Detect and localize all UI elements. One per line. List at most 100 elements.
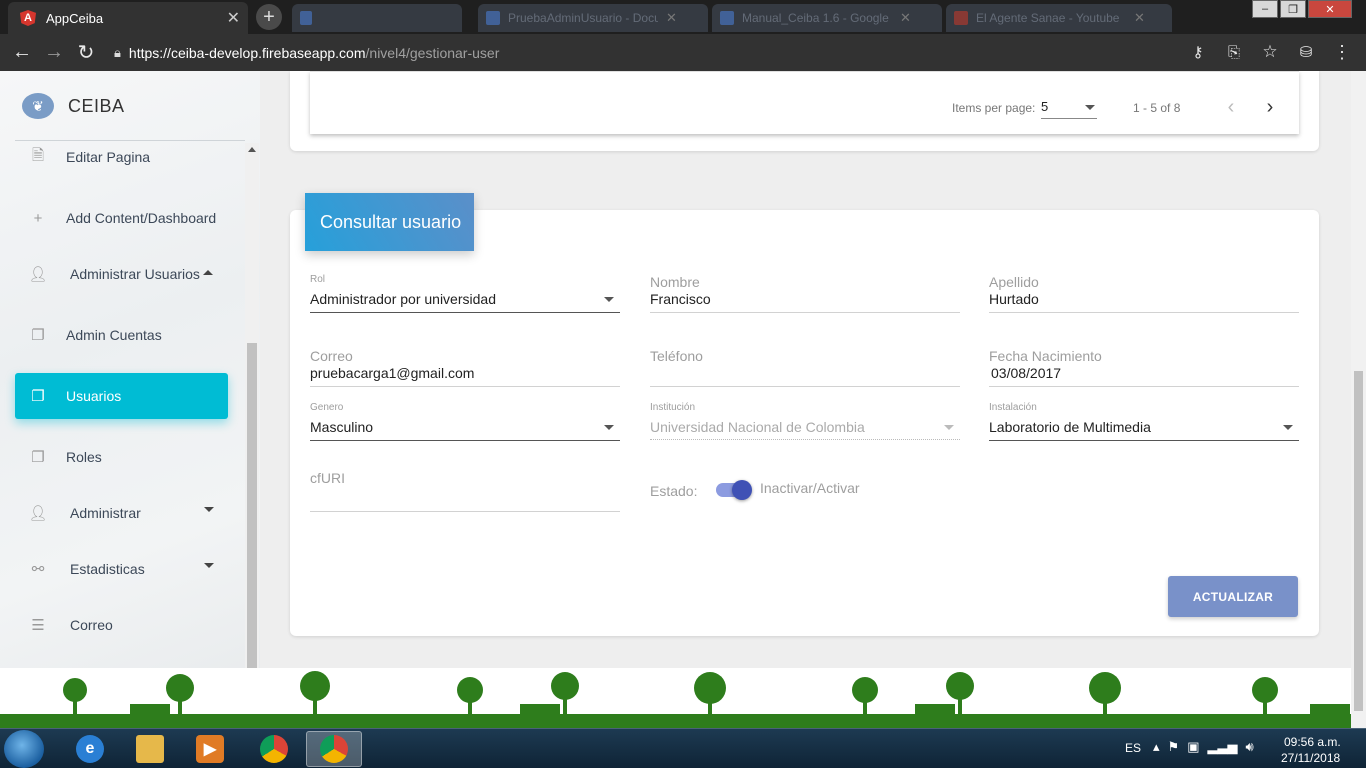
chevron-down-icon	[604, 425, 614, 430]
page-range: 1 - 5 of 8	[1133, 101, 1181, 115]
sidebar-item-correo[interactable]: ☰ Correo	[15, 602, 228, 648]
network-signal-icon[interactable]: ▂▃▅	[1207, 739, 1237, 755]
underline	[310, 511, 620, 512]
telefono-field[interactable]: Teléfono	[650, 348, 960, 388]
url-field[interactable]: https://ceiba-develop.firebaseapp.com/ni…	[129, 45, 499, 61]
user-check-icon: 👤︎	[28, 266, 48, 283]
sidebar-item-roles[interactable]: ❐ Roles	[15, 434, 228, 480]
underline	[310, 386, 620, 387]
users-table-card: Items per page: 5 1 - 5 of 8 ‹ ›	[290, 71, 1319, 151]
forward-arrow-icon[interactable]: →	[38, 37, 70, 69]
sidebar-item-administrar-usuarios[interactable]: 👤︎ Administrar Usuarios	[15, 251, 228, 297]
taskbar-media-player[interactable]: ▶	[182, 731, 238, 767]
close-icon[interactable]: ✕	[1134, 10, 1145, 26]
landscape-illustration	[0, 671, 1351, 728]
scrollbar-thumb[interactable]	[1354, 371, 1363, 711]
actualizar-button[interactable]: ACTUALIZAR	[1168, 576, 1298, 617]
new-tab-button[interactable]: +	[256, 4, 282, 30]
more-vertical-icon[interactable]: ⋮	[1326, 36, 1358, 68]
background-tab[interactable]	[292, 4, 462, 32]
page-scrollbar[interactable]	[1351, 71, 1366, 728]
correo-field[interactable]: Correo pruebacarga1@gmail.com	[310, 348, 620, 388]
language-indicator[interactable]: ES	[1125, 741, 1141, 755]
taskbar-file-explorer[interactable]	[122, 731, 178, 767]
underline	[989, 386, 1299, 387]
previous-page-button[interactable]: ‹	[1219, 95, 1243, 119]
address-bar: ← → ↻ 🔒︎ https://ceiba-develop.firebasea…	[0, 34, 1366, 71]
tab-favicon-icon	[300, 11, 313, 25]
rol-value: Administrador por universidad	[310, 291, 496, 307]
card-header: Consultar usuario	[305, 193, 474, 251]
sidebar-item-editar-pagina[interactable]: 🗎︎ Editar Pagina	[15, 141, 228, 180]
scrollbar-thumb[interactable]	[247, 343, 257, 668]
genero-select[interactable]: Genero Masculino	[310, 402, 620, 442]
minimize-button[interactable]: –	[1252, 0, 1278, 18]
background-tab[interactable]: Manual_Ceiba 1.6 - Google ✕	[712, 4, 942, 32]
extension-icon[interactable]: ⛁	[1290, 36, 1322, 68]
back-arrow-icon[interactable]: ←	[6, 37, 38, 69]
docs-icon	[720, 11, 734, 25]
sidebar-item-add-content[interactable]: + Add Content/Dashboard	[15, 195, 228, 241]
power-icon[interactable]: ▣	[1187, 739, 1199, 755]
reload-icon[interactable]: ↻	[70, 37, 102, 69]
taskbar-chrome[interactable]	[246, 731, 302, 767]
tab-title: AppCeiba	[46, 10, 104, 26]
underline	[989, 312, 1299, 313]
next-page-button[interactable]: ›	[1258, 95, 1282, 119]
background-tab[interactable]: PruebaAdminUsuario - Docum ✕	[478, 4, 708, 32]
sidebar-item-usuarios[interactable]: ❐ Usuarios	[15, 373, 228, 419]
flag-icon[interactable]: ⚑	[1168, 739, 1180, 755]
items-per-page-select[interactable]: 5	[1041, 99, 1097, 119]
start-button[interactable]	[4, 730, 44, 768]
restore-button[interactable]: ❐	[1280, 0, 1306, 18]
sidebar-item-estadisticas[interactable]: ⚯ Estadisticas	[15, 546, 228, 592]
underline	[310, 440, 620, 441]
sidebar-item-administrar[interactable]: 👤︎ Administrar	[15, 490, 228, 536]
sidebar-scrollbar[interactable]	[245, 143, 259, 668]
copy-icon: ❐	[31, 449, 45, 466]
rol-select[interactable]: Rol Administrador por universidad	[310, 274, 620, 314]
background-tab-title: El Agente Sanae - Youtube	[976, 11, 1120, 25]
correo-label: Correo	[310, 348, 353, 364]
apellido-field[interactable]: Apellido Hurtado	[989, 274, 1299, 314]
sidebar-item-admin-cuentas[interactable]: ❐ Admin Cuentas	[15, 312, 228, 358]
background-tab[interactable]: El Agente Sanae - Youtube ✕	[946, 4, 1172, 32]
cfuri-field[interactable]: cfURI	[310, 470, 620, 512]
brand[interactable]: ❦ CEIBA	[0, 71, 245, 141]
footer-landscape	[0, 668, 1351, 728]
tab-appceiba[interactable]: A AppCeiba ✕	[8, 2, 248, 34]
close-window-button[interactable]: ✕	[1308, 0, 1352, 18]
instalacion-select[interactable]: Instalación Laboratorio de Multimedia	[989, 402, 1299, 442]
chevron-up-icon[interactable]: ▴	[1153, 739, 1160, 755]
clock-time[interactable]: 09:56 a.m.	[1284, 735, 1341, 749]
docs-icon	[486, 11, 500, 25]
taskbar-chrome-active[interactable]	[306, 731, 362, 767]
translate-icon[interactable]: ⎘	[1218, 36, 1250, 68]
system-tray: ▴ ⚑ ▣ ▂▃▅ 🔊︎	[1153, 739, 1254, 755]
estado-toggle[interactable]	[716, 480, 752, 500]
nombre-value: Francisco	[650, 291, 711, 307]
apellido-label: Apellido	[989, 274, 1039, 290]
genero-label: Genero	[310, 402, 344, 413]
chevron-down-icon	[604, 297, 614, 302]
fecha-nacimiento-field[interactable]: Fecha Nacimiento 03/08/2017	[989, 348, 1299, 388]
scroll-up-icon[interactable]	[248, 147, 256, 152]
close-icon[interactable]: ✕	[227, 8, 240, 28]
fecha-nacimiento-label: Fecha Nacimiento	[989, 348, 1102, 364]
clock-date[interactable]: 27/11/2018	[1281, 751, 1340, 765]
instalacion-value: Laboratorio de Multimedia	[989, 419, 1151, 435]
key-icon[interactable]: ⚷	[1182, 36, 1214, 68]
rol-label: Rol	[310, 274, 326, 285]
nombre-label: Nombre	[650, 274, 700, 290]
nombre-field[interactable]: Nombre Francisco	[650, 274, 960, 314]
volume-icon[interactable]: 🔊︎	[1245, 739, 1253, 755]
star-icon[interactable]: ☆	[1254, 36, 1286, 68]
lock-icon: 🔒︎	[114, 44, 121, 60]
folder-icon	[136, 735, 164, 763]
close-icon[interactable]: ✕	[666, 10, 677, 26]
user-check-icon: 👤︎	[28, 505, 48, 522]
caret-down-icon	[204, 507, 214, 512]
taskbar-internet-explorer[interactable]: e	[62, 731, 118, 767]
close-icon[interactable]: ✕	[900, 10, 911, 26]
chrome-icon	[320, 735, 348, 763]
